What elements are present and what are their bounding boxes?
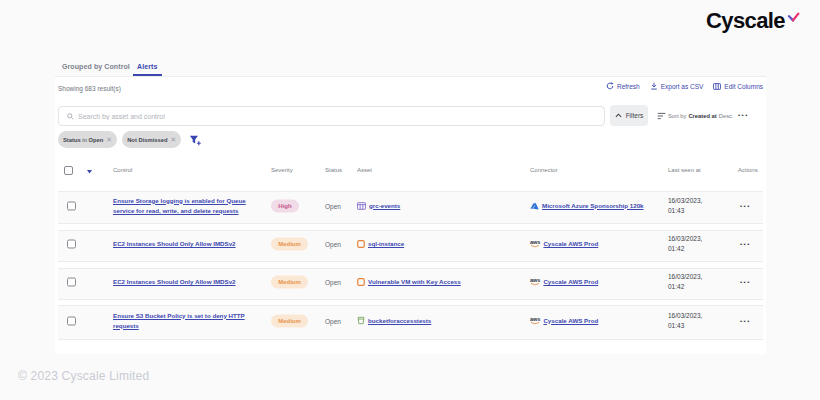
row-actions-button[interactable]: ••• (740, 279, 751, 285)
search-input[interactable] (78, 113, 596, 120)
row-actions-button[interactable]: ••• (740, 318, 751, 324)
edit-columns-label: Edit Columns (724, 83, 763, 90)
sort-control[interactable]: Sort by Created at Desc. (657, 105, 734, 126)
download-icon (650, 82, 658, 90)
tab-grouped-by-control[interactable]: Grouped by Control (62, 63, 130, 70)
table-row: EC2 Instances Should Only Allow IMDSv2 M… (58, 268, 763, 300)
row-actions-button[interactable]: ••• (740, 241, 751, 247)
aws-icon: aws (530, 317, 540, 325)
asset-link[interactable]: Vulnerable VM with Key Access (368, 277, 461, 287)
select-all-checkbox[interactable] (64, 166, 73, 175)
last-seen-value: 16/03/2023,01:42 (668, 272, 712, 292)
footer-copyright: © 2023 Cyscale Limited (18, 369, 149, 383)
asset-link[interactable]: sql-instance (368, 239, 404, 249)
refresh-icon (606, 82, 614, 90)
sort-by-label: Sort by (668, 113, 686, 119)
refresh-label: Refresh (617, 83, 640, 90)
cyscale-logo: Cyscale (706, 9, 800, 33)
row-checkbox[interactable] (67, 316, 76, 325)
last-seen-value: 16/03/2023,01:43 (668, 311, 712, 331)
ec2-instance-icon (357, 240, 365, 248)
table-toolbar: Refresh Export as CSV Edit Columns (606, 82, 763, 90)
col-header-control[interactable]: Control (113, 167, 132, 173)
row-checkbox[interactable] (67, 201, 76, 210)
chevron-up-icon (615, 113, 622, 118)
tab-alerts[interactable]: Alerts (137, 63, 157, 70)
last-seen-value: 16/03/2023,01:42 (668, 234, 712, 254)
storage-table-icon (357, 202, 366, 210)
sort-direction: Desc. (719, 113, 734, 119)
connector-link[interactable]: Microsoft Azure Sponsorship 120k (542, 201, 644, 211)
table-row: Ensure Storage logging is enabled for Qu… (58, 191, 763, 224)
aws-icon: aws (530, 240, 540, 248)
asset-link[interactable]: grc-events (369, 201, 400, 211)
alerts-panel: Showing 683 result(s) Refresh Export as … (55, 77, 766, 354)
row-checkbox[interactable] (67, 240, 76, 249)
control-link[interactable]: EC2 Instances Should Only Allow IMDSv2 (113, 278, 236, 285)
active-tab-underline (133, 74, 162, 76)
search-icon (67, 113, 74, 120)
last-seen-value: 16/03/2023,01:43 (668, 196, 712, 216)
chip-close-icon[interactable]: ✕ (170, 136, 176, 144)
export-csv-label: Export as CSV (661, 83, 704, 90)
s3-bucket-icon (357, 316, 365, 325)
filter-chip-dismissed[interactable]: Not Dismissed ✕ (122, 131, 181, 148)
add-filter-icon[interactable] (189, 134, 201, 146)
filter-chip-status[interactable]: Status in Open ✕ (58, 131, 117, 148)
export-csv-button[interactable]: Export as CSV (650, 82, 704, 90)
search-bar (58, 106, 605, 126)
connector-link[interactable]: Cyscale AWS Prod (543, 239, 598, 249)
severity-badge: Medium (271, 276, 308, 289)
filter-chips: Status in Open ✕ Not Dismissed ✕ (58, 131, 201, 148)
chip-close-icon[interactable]: ✕ (106, 136, 112, 144)
asset-link[interactable]: bucketforaccesstests (368, 316, 431, 326)
status-value: Open (325, 317, 341, 324)
row-checkbox[interactable] (67, 278, 76, 287)
table-row: EC2 Instances Should Only Allow IMDSv2 M… (58, 230, 763, 262)
status-value: Open (325, 279, 341, 286)
connector-link[interactable]: Cyscale AWS Prod (543, 316, 598, 326)
control-link[interactable]: Ensure Storage logging is enabled for Qu… (113, 197, 246, 214)
col-header-actions: Actions (738, 167, 758, 173)
table-row: Ensure S3 Bucket Policy is set to deny H… (58, 305, 763, 340)
filters-label: Filters (626, 112, 644, 119)
col-header-last-seen[interactable]: Last seen at (668, 167, 701, 173)
columns-icon (713, 83, 721, 90)
severity-badge: Medium (271, 314, 308, 327)
more-options-button[interactable]: ••• (738, 112, 749, 118)
sort-field: Created at (688, 113, 716, 119)
severity-badge: High (271, 199, 299, 212)
caret-down-icon[interactable] (87, 170, 92, 174)
col-header-asset[interactable]: Asset (357, 167, 372, 173)
col-header-severity[interactable]: Severity (271, 167, 293, 173)
status-value: Open (325, 241, 341, 248)
aws-icon: aws (530, 278, 540, 286)
col-header-connector[interactable]: Connector (530, 167, 558, 173)
azure-icon (530, 202, 539, 210)
results-count: Showing 683 result(s) (58, 85, 121, 92)
row-actions-button[interactable]: ••• (740, 203, 751, 209)
sort-icon (657, 112, 666, 120)
edit-columns-button[interactable]: Edit Columns (713, 83, 763, 90)
refresh-button[interactable]: Refresh (606, 82, 640, 90)
control-link[interactable]: EC2 Instances Should Only Allow IMDSv2 (113, 240, 236, 247)
status-value: Open (325, 202, 341, 209)
severity-badge: Medium (271, 238, 308, 251)
connector-link[interactable]: Cyscale AWS Prod (543, 277, 598, 287)
ec2-instance-icon (357, 278, 365, 286)
col-header-status[interactable]: Status (325, 167, 342, 173)
logo-check-icon (787, 12, 800, 22)
logo-text: Cyscale (706, 9, 785, 33)
control-link[interactable]: Ensure S3 Bucket Policy is set to deny H… (113, 312, 245, 329)
filters-button[interactable]: Filters (610, 105, 648, 126)
